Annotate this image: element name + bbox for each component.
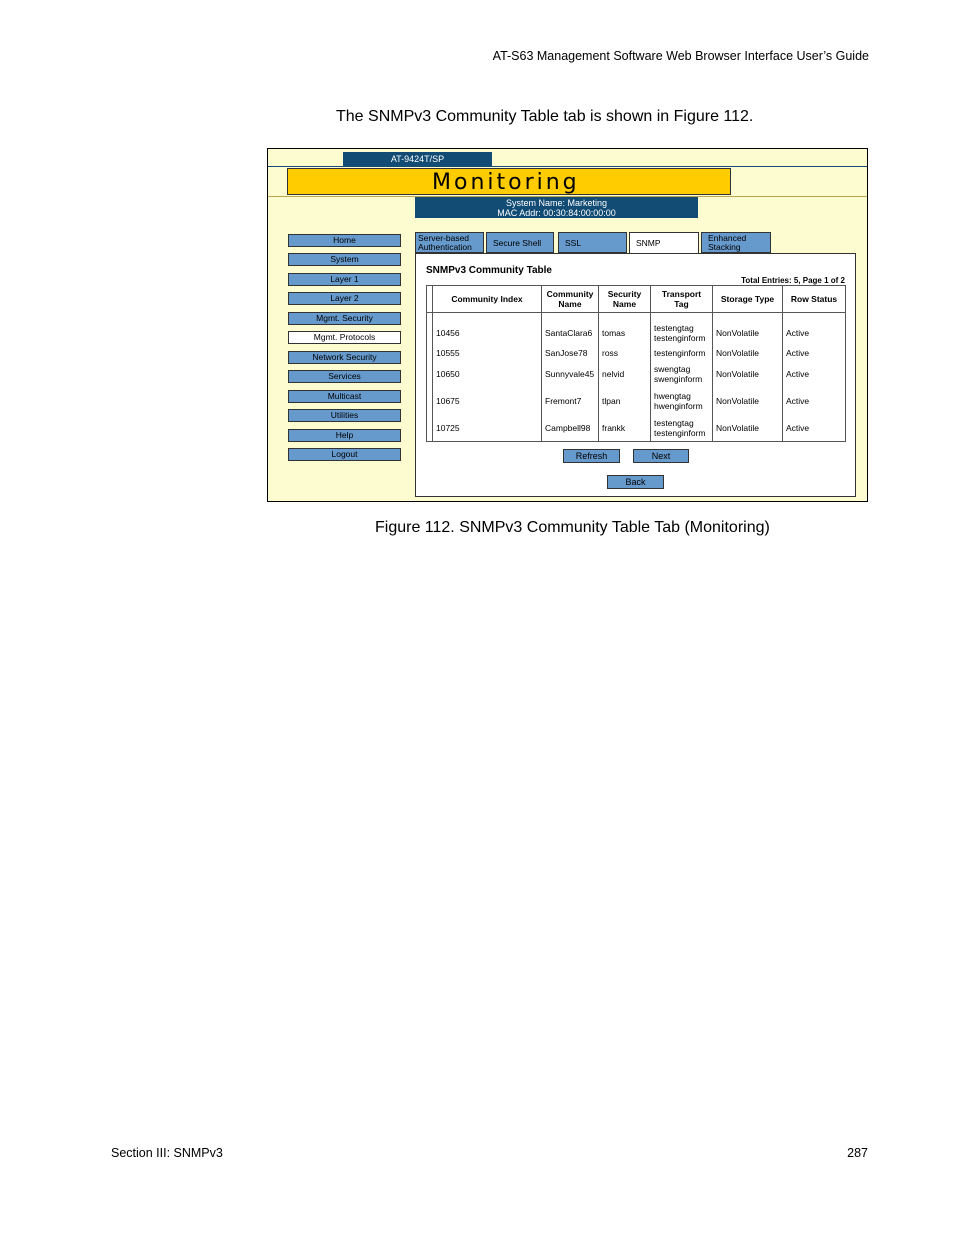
banner-title: Monitoring	[432, 170, 580, 195]
page-header: AT-S63 Management Software Web Browser I…	[492, 49, 869, 63]
nav-utilities[interactable]: Utilities	[288, 409, 401, 422]
cell-row-status: Active	[782, 360, 846, 387]
model-tab: AT-9424T/SP	[268, 152, 867, 167]
cell-community-name: SantaClara6	[541, 312, 599, 346]
intro-text: The SNMPv3 Community Table tab is shown …	[336, 108, 754, 125]
nav-system[interactable]: System	[288, 253, 401, 266]
tag-line: swenginform	[654, 373, 703, 384]
col-community-name: Community Name	[541, 285, 599, 313]
tab-label-line2: Stacking	[708, 242, 741, 252]
cell-row-status: Active	[782, 312, 846, 346]
content-panel: SNMPv3 Community Table Total Entries: 5,…	[415, 253, 856, 497]
cell-security-name: tomas	[598, 312, 651, 346]
system-name: System Name: Marketing	[505, 198, 608, 208]
cell-community-name: Fremont7	[541, 387, 599, 414]
cell-storage-type: NonVolatile	[712, 360, 783, 387]
nav-services[interactable]: Services	[288, 370, 401, 383]
tab-enhanced-stacking[interactable]: Enhanced Stacking	[701, 232, 771, 253]
tag-line: swengtag	[654, 363, 691, 374]
cell-row-status: Active	[782, 414, 846, 442]
cell-community-name: Sunnyvale45	[541, 360, 599, 387]
model-label: AT-9424T/SP	[390, 154, 445, 164]
nav-help[interactable]: Help	[288, 429, 401, 442]
nav-logout[interactable]: Logout	[288, 448, 401, 461]
tag-line: hwenginform	[654, 400, 703, 411]
col-transport-tag: Transport Tag	[650, 285, 713, 313]
cell-transport-tag: testengtag testenginform	[650, 312, 713, 346]
col-security-name: Security Name	[598, 285, 651, 313]
cell-storage-type: NonVolatile	[712, 312, 783, 346]
tag-line: hwengtag	[654, 390, 691, 401]
nav-home[interactable]: Home	[288, 234, 401, 247]
cell-community-name: SanJose78	[541, 346, 599, 360]
cell-index: 10456	[432, 312, 542, 346]
cell-storage-type: NonVolatile	[712, 346, 783, 360]
col-storage-type: Storage Type	[712, 285, 783, 313]
next-button[interactable]: Next	[633, 449, 689, 463]
nav-layer-2[interactable]: Layer 2	[288, 292, 401, 305]
col-community-index: Community Index	[432, 285, 542, 313]
cell-storage-type: NonVolatile	[712, 387, 783, 414]
cell-row-status: Active	[782, 346, 846, 360]
tab-snmp[interactable]: SNMP	[629, 232, 699, 253]
cell-security-name: tlpan	[598, 387, 651, 414]
system-info-box: System Name: Marketing MAC Addr: 00:30:8…	[415, 197, 698, 218]
cell-community-name: Campbell98	[541, 414, 599, 442]
tag-line: testenginform	[654, 332, 706, 343]
panel-title: SNMPv3 Community Table	[426, 265, 552, 276]
tag-line: testengtag	[654, 417, 694, 428]
cell-storage-type: NonVolatile	[712, 414, 783, 442]
table-row[interactable]: 10725 Campbell98 frankk testengtag testen…	[426, 414, 846, 442]
cell-transport-tag: swengtag swenginform	[650, 360, 713, 387]
table-header-row: Community Index Community Name Security …	[426, 285, 846, 313]
cell-index: 10675	[432, 387, 542, 414]
monitoring-banner: Monitoring	[287, 168, 731, 195]
col-row-status: Row Status	[782, 285, 846, 313]
total-entries: Total Entries: 5, Page 1 of 2	[741, 276, 845, 285]
table-row[interactable]: 10650 Sunnyvale45 nelvid swengtag swengin…	[426, 360, 846, 387]
cell-index: 10650	[432, 360, 542, 387]
tag-line: testengtag	[654, 322, 694, 333]
screenshot-figure: AT-9424T/SP Monitoring System Name: Mark…	[267, 148, 868, 502]
figure-caption: Figure 112. SNMPv3 Community Table Tab (…	[375, 519, 770, 536]
nav-network-security[interactable]: Network Security	[288, 351, 401, 364]
tag-line: testenginform	[654, 348, 706, 358]
cell-transport-tag: hwengtag hwenginform	[650, 387, 713, 414]
cell-row-status: Active	[782, 387, 846, 414]
cell-index: 10555	[432, 346, 542, 360]
table-row[interactable]: 10675 Fremont7 tlpan hwengtag hwenginform…	[426, 387, 846, 414]
tab-ssl[interactable]: SSL	[558, 232, 627, 253]
community-table: Community Index Community Name Security …	[426, 285, 846, 442]
footer-page-number: 287	[847, 1146, 868, 1160]
cell-security-name: nelvid	[598, 360, 651, 387]
nav-multicast[interactable]: Multicast	[288, 390, 401, 403]
cell-security-name: ross	[598, 346, 651, 360]
cell-transport-tag: testenginform	[650, 346, 713, 360]
refresh-button[interactable]: Refresh	[563, 449, 620, 463]
table-row[interactable]: 10555 SanJose78 ross testenginform NonVo…	[426, 346, 846, 360]
back-button[interactable]: Back	[607, 475, 664, 489]
table-row[interactable]: 10456 SantaClara6 tomas testengtag testen…	[426, 312, 846, 346]
cell-index: 10725	[432, 414, 542, 442]
nav-mgmt-security[interactable]: Mgmt. Security	[288, 312, 401, 325]
mac-address: MAC Addr: 00:30:84:00:00:00	[497, 208, 616, 218]
tab-secure-shell[interactable]: Secure Shell	[486, 232, 554, 253]
nav-layer-1[interactable]: Layer 1	[288, 273, 401, 286]
tag-line: testenginform	[654, 427, 706, 438]
model-underline	[268, 166, 867, 167]
nav-mgmt-protocols[interactable]: Mgmt. Protocols	[288, 331, 401, 344]
cell-security-name: frankk	[598, 414, 651, 442]
tab-label-line2: Authentication	[418, 242, 472, 252]
tab-server-based-authentication[interactable]: Server-based Authentication	[415, 232, 484, 253]
cell-transport-tag: testengtag testenginform	[650, 414, 713, 442]
